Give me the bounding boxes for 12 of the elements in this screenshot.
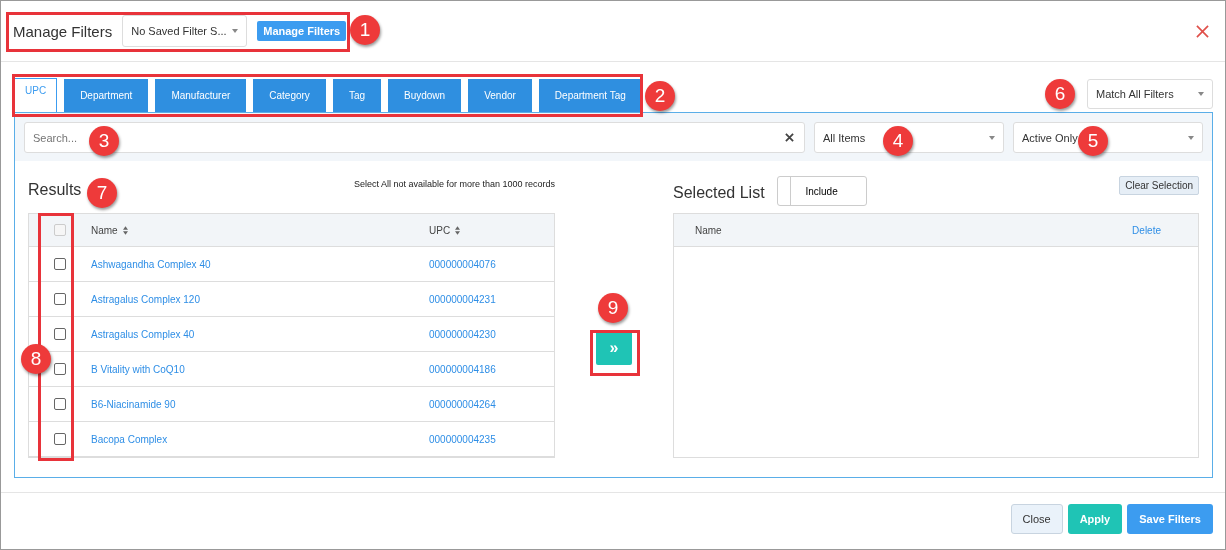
column-header: Delete (1132, 224, 1161, 236)
select-all-note: Select All not available for more than 1000 records (353, 179, 555, 189)
selected-list-title: Selected List (673, 184, 765, 202)
callout-tooltip: 9 (598, 293, 628, 323)
results-title: Results (28, 181, 82, 199)
callout-tooltip: 7 (87, 178, 117, 208)
callout-tooltip: 6 (1045, 79, 1075, 109)
callout-tooltip: 1 (350, 15, 380, 45)
callout-tooltip: 2 (645, 81, 675, 111)
column-header: Name (695, 224, 722, 236)
callout-tooltip: 8 (21, 344, 51, 374)
dialog-title: Manage Filters (13, 22, 113, 40)
